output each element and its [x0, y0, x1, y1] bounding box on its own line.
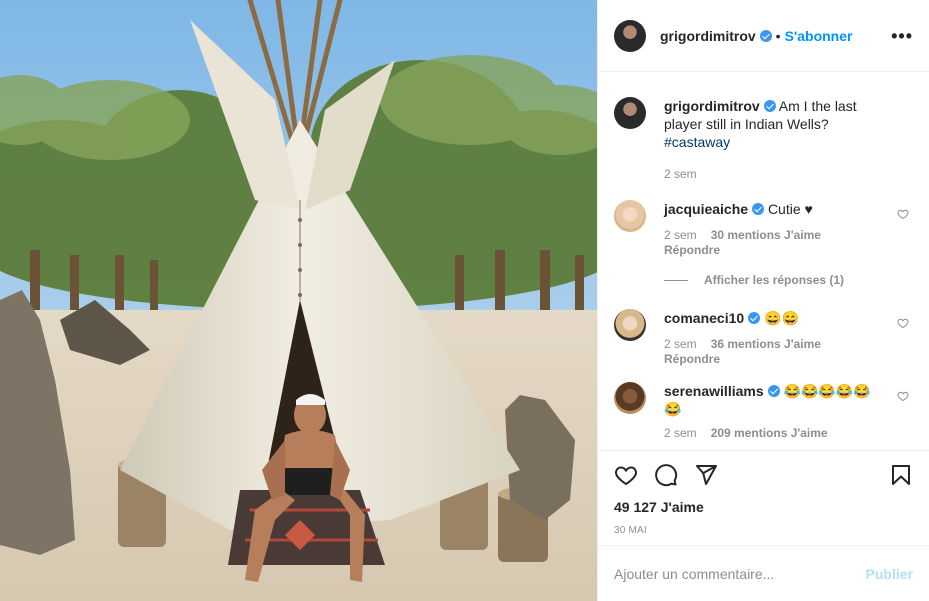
verified-badge-icon	[767, 385, 780, 397]
comments-list[interactable]: grigordimitrov Am I the last player stil…	[598, 73, 929, 450]
post-actions: 49 127 J'aime 30 MAI	[598, 450, 929, 545]
post-header: grigordimitrov • S'abonner •••	[598, 0, 929, 72]
comment-age[interactable]: 2 sem	[664, 426, 697, 440]
add-comment-bar: Publier	[598, 545, 929, 601]
comment-text: Cutie ♥	[767, 201, 813, 217]
commenter-avatar[interactable]	[614, 200, 646, 232]
author-username[interactable]: grigordimitrov	[660, 28, 756, 44]
view-replies-label[interactable]: Afficher les réponses (1)	[704, 273, 844, 287]
comment-likes[interactable]: 36 mentions J'aime	[711, 337, 821, 351]
action-icons	[614, 451, 913, 499]
comment-like-heart-icon[interactable]	[897, 390, 909, 402]
post-side-panel: grigordimitrov • S'abonner ••• grigordim…	[597, 0, 929, 601]
comment-likes[interactable]: 209 mentions J'aime	[711, 426, 828, 440]
author-avatar[interactable]	[614, 19, 646, 52]
follow-button[interactable]: S'abonner	[785, 28, 853, 44]
teepee-photo-illustration	[0, 0, 597, 601]
comment-item: comaneci10 😄😄 2 sem 36 mentions J'aime Ré…	[614, 309, 913, 366]
author-avatar[interactable]	[614, 97, 646, 129]
add-comment-input[interactable]	[614, 565, 866, 582]
comment-username[interactable]: comaneci10	[664, 310, 744, 326]
caption-age[interactable]: 2 sem	[664, 167, 697, 181]
comment-age[interactable]: 2 sem	[664, 337, 697, 351]
comment-item: serenawilliams 😂😂😂😂😂😂 2 sem 209 mentions …	[614, 382, 913, 440]
post-date[interactable]: 30 MAI	[614, 525, 913, 536]
post-dialog: grigordimitrov • S'abonner ••• grigordim…	[0, 0, 929, 601]
reply-button[interactable]: Répondre	[664, 243, 887, 257]
paper-plane-icon[interactable]	[694, 463, 718, 487]
comment-text: 😄😄	[764, 310, 799, 326]
verified-badge-icon	[748, 312, 761, 324]
post-photo[interactable]	[0, 0, 597, 601]
caption-username[interactable]: grigordimitrov	[664, 98, 760, 114]
commenter-avatar[interactable]	[614, 309, 646, 341]
comment-like-heart-icon[interactable]	[897, 317, 909, 329]
comment-item: jacquieaiche Cutie ♥ 2 sem 30 mentions J'…	[614, 200, 913, 257]
verified-badge-icon	[759, 29, 772, 42]
commenter-avatar[interactable]	[614, 382, 646, 414]
hashtag-link[interactable]: #castaway	[664, 134, 730, 150]
heart-icon[interactable]	[614, 463, 638, 487]
verified-badge-icon	[763, 100, 776, 112]
verified-badge-icon	[752, 203, 765, 215]
comment-username[interactable]: jacquieaiche	[664, 201, 748, 217]
comment-like-heart-icon[interactable]	[897, 208, 909, 220]
separator-dot: •	[775, 27, 781, 44]
likes-count[interactable]: 49 127 J'aime	[614, 499, 913, 515]
replies-line	[664, 279, 688, 281]
reply-button[interactable]: Répondre	[664, 352, 887, 366]
caption-item: grigordimitrov Am I the last player stil…	[614, 97, 913, 181]
view-replies-button[interactable]: Afficher les réponses (1)	[664, 273, 913, 287]
comment-age[interactable]: 2 sem	[664, 228, 697, 242]
comment-username[interactable]: serenawilliams	[664, 383, 764, 399]
publish-button[interactable]: Publier	[866, 566, 913, 582]
comment-likes[interactable]: 30 mentions J'aime	[711, 228, 821, 242]
bookmark-icon[interactable]	[889, 463, 913, 487]
more-options-icon[interactable]: •••	[891, 27, 913, 45]
comment-icon[interactable]	[654, 463, 678, 487]
